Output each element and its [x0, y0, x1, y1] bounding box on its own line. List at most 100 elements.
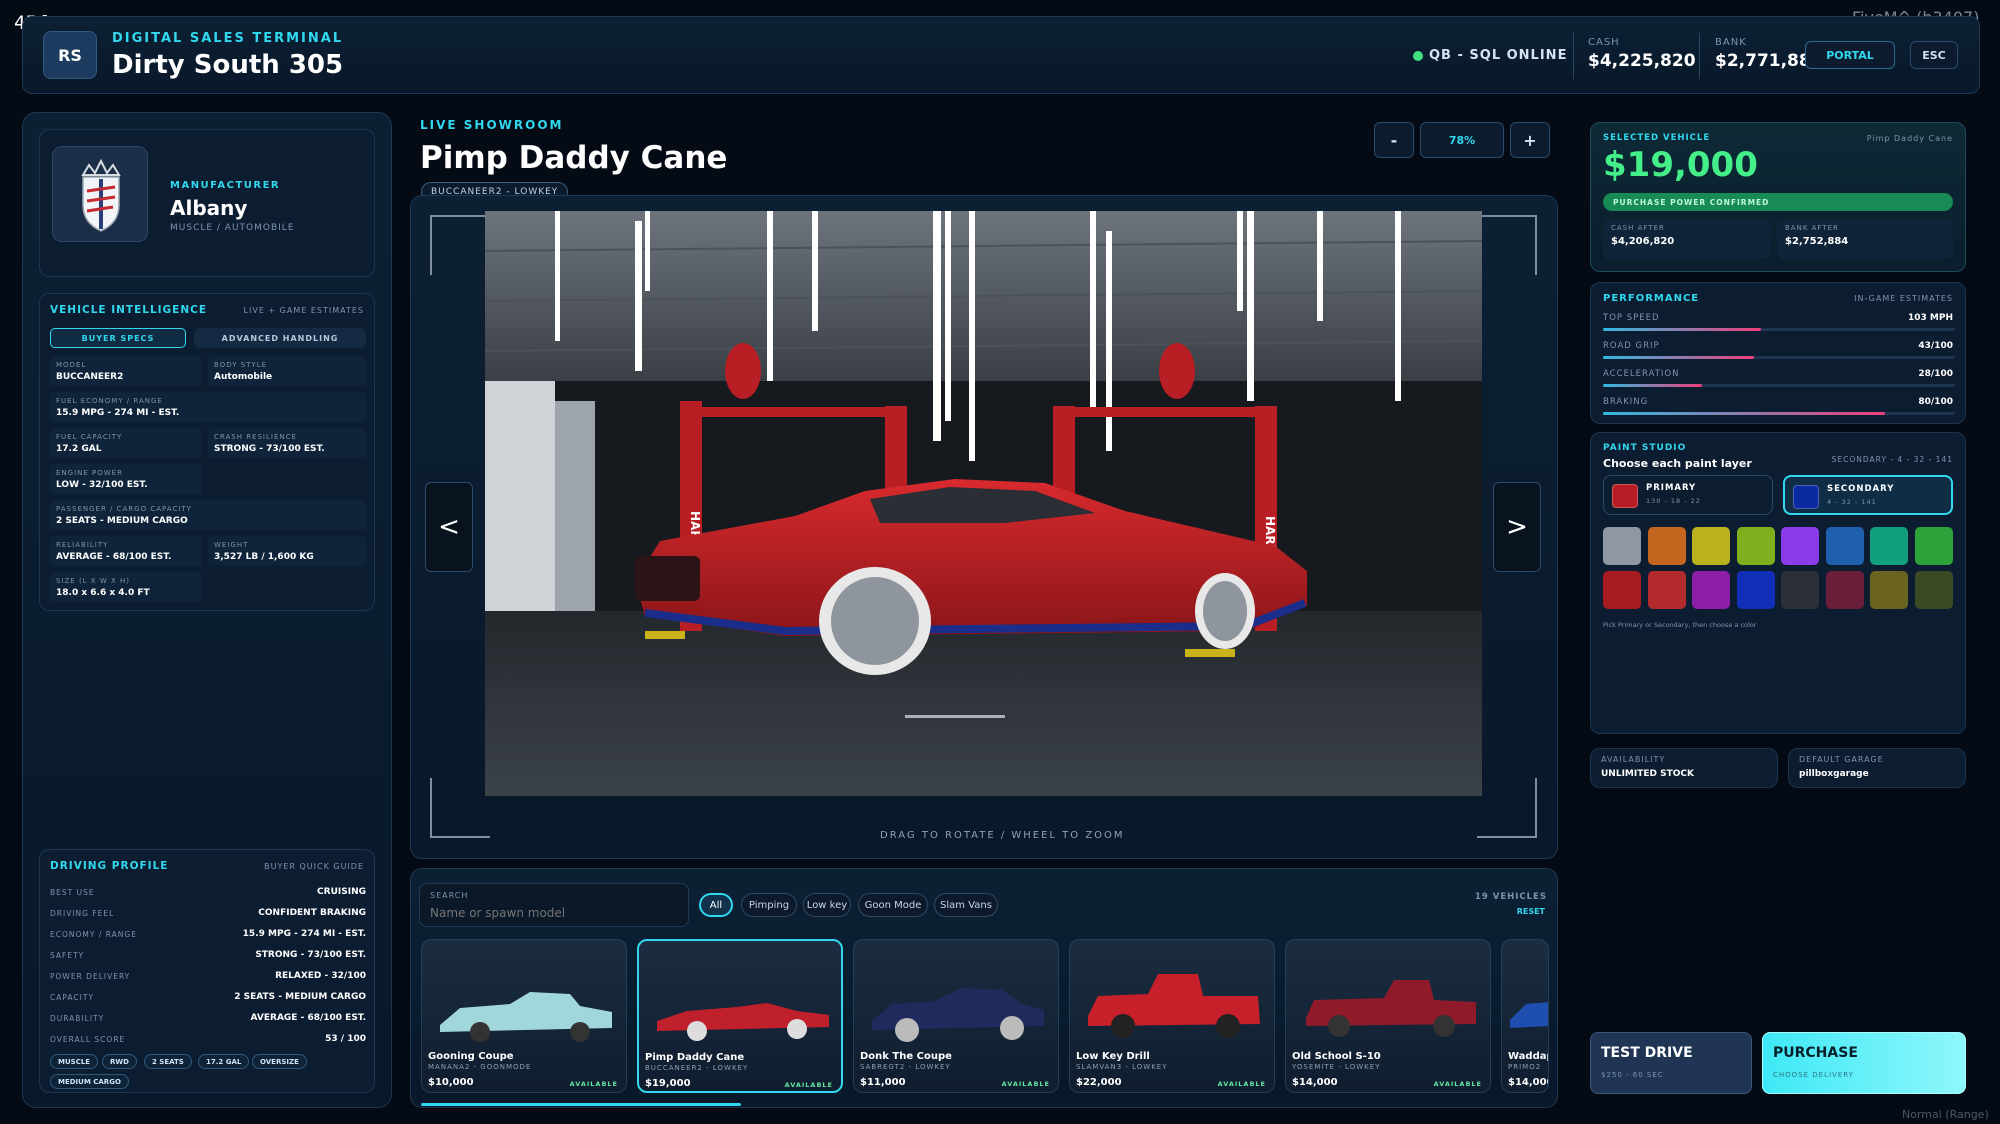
- frame-corner: [1477, 778, 1537, 838]
- vehicle-card[interactable]: Gooning Coupe MANANA2 - GOONMODE $10,000 AV…: [421, 939, 627, 1093]
- driving-profile-card: DRIVING PROFILE BUYER QUICK GUIDE BEST U…: [39, 849, 375, 1093]
- driving-row-score: OVERALL SCORE 53 / 100: [50, 1034, 366, 1044]
- color-swatch[interactable]: [1914, 527, 1953, 565]
- previous-vehicle-button[interactable]: <: [425, 482, 473, 572]
- vehicle-intelligence-card: VEHICLE INTELLIGENCE LIVE + GAME ESTIMAT…: [39, 293, 375, 611]
- spec-engine-power: ENGINE POWER LOW - 32/100 EST.: [50, 464, 202, 494]
- color-swatch[interactable]: [1736, 571, 1775, 609]
- filter-all[interactable]: All: [699, 893, 733, 917]
- driving-row-capacity: CAPACITY 2 SEATS - MEDIUM CARGO: [50, 992, 366, 1002]
- color-swatch[interactable]: [1692, 571, 1730, 609]
- filter-slam-vans[interactable]: Slam Vans: [934, 893, 998, 917]
- primary-color-chip: [1612, 484, 1638, 508]
- vehicle-card[interactable]: Donk The Coupe SABREGT2 - LOWKEY $11,000 AV…: [853, 939, 1059, 1093]
- cash-after: CASH AFTER $4,206,820: [1603, 219, 1771, 259]
- filter-pimping[interactable]: Pimping: [741, 893, 797, 917]
- stat-value: 80/100: [1918, 397, 1953, 407]
- portal-button[interactable]: PORTAL: [1805, 41, 1895, 69]
- zoom-out-button[interactable]: -: [1374, 122, 1414, 158]
- color-swatch[interactable]: [1781, 527, 1819, 565]
- rotate-hint: DRAG TO ROTATE / WHEEL TO ZOOM: [880, 830, 1125, 841]
- secondary-paint-button[interactable]: SECONDARY 4 - 32 - 141: [1783, 475, 1953, 515]
- test-drive-button[interactable]: TEST DRIVE $250 - 60 SEC: [1590, 1032, 1752, 1094]
- manufacturer-name: Albany: [170, 196, 248, 220]
- spec-size: SIZE (L x W x H) 18.0 x 6.6 x 4.0 FT: [50, 572, 202, 602]
- intel-title: VEHICLE INTELLIGENCE: [50, 304, 207, 316]
- intel-subtitle: LIVE + GAME ESTIMATES: [243, 306, 364, 315]
- spec-body-style: BODY STYLE Automobile: [208, 356, 366, 386]
- left-panel: MANUFACTURER Albany MUSCLE / AUTOMOBILE …: [22, 112, 392, 1108]
- color-swatch[interactable]: [1870, 527, 1908, 565]
- frame-corner: [430, 215, 490, 275]
- vehicle-count: 19 VEHICLES: [1474, 892, 1547, 902]
- paint-studio-card: PAINT STUDIO Choose each paint layer SEC…: [1590, 432, 1966, 734]
- color-swatch[interactable]: [1781, 571, 1819, 609]
- spec-fuel-capacity: FUEL CAPACITY 17.2 GAL: [50, 428, 202, 458]
- tag-chip: MEDIUM CARGO: [50, 1074, 129, 1089]
- color-swatch[interactable]: [1647, 571, 1686, 609]
- primary-paint-button[interactable]: PRIMARY 130 - 18 - 22: [1603, 475, 1773, 515]
- vehicle-3d-preview[interactable]: HARDSTAND HARDSTAND HARDSTAND HARDSTAND: [485, 211, 1482, 796]
- stat-label: BRAKING: [1603, 397, 1649, 407]
- frame-corner: [430, 778, 490, 838]
- bank-after: BANK AFTER $2,752,884: [1777, 219, 1953, 259]
- vehicle-card[interactable]: WaddapPRIMO2$14,000: [1501, 939, 1549, 1093]
- color-swatch[interactable]: [1647, 527, 1686, 565]
- color-swatch[interactable]: [1825, 527, 1864, 565]
- stat-label: ROAD GRIP: [1603, 341, 1660, 351]
- stat-bar: [1603, 356, 1955, 359]
- color-swatch[interactable]: [1914, 571, 1953, 609]
- tab-buyer-specs[interactable]: BUYER SPECS: [50, 328, 186, 348]
- stat-bar: [1603, 328, 1955, 331]
- search-box[interactable]: SEARCH: [419, 883, 689, 927]
- spec-model: MODEL BUCCANEER2: [50, 356, 202, 386]
- search-label: SEARCH: [430, 891, 469, 900]
- tag-chip: 2 SEATS: [144, 1054, 192, 1069]
- color-swatch[interactable]: [1870, 571, 1908, 609]
- color-swatch[interactable]: [1603, 571, 1641, 609]
- cash-display: CASH $4,225,820: [1588, 37, 1696, 71]
- next-vehicle-button[interactable]: >: [1493, 482, 1541, 572]
- color-swatch[interactable]: [1736, 527, 1775, 565]
- filter-low-key[interactable]: Low key: [803, 893, 851, 917]
- zoom-in-button[interactable]: +: [1510, 122, 1550, 158]
- vehicle-card[interactable]: Low Key Drill SLAMVAN3 - LOWKEY $22,000 AVA…: [1069, 939, 1275, 1093]
- spec-fuel-economy: FUEL ECONOMY / RANGE 15.9 MPG - 274 MI - …: [50, 392, 366, 422]
- secondary-info: SECONDARY - 4 - 32 - 141: [1831, 455, 1953, 464]
- stat-value: 28/100: [1918, 369, 1953, 379]
- manufacturer-label: MANUFACTURER: [170, 180, 281, 191]
- default-garage-card: DEFAULT GARAGE pillboxgarage: [1788, 748, 1966, 788]
- spec-reliability: RELIABILITY AVERAGE - 68/100 EST.: [50, 536, 202, 566]
- right-panel: SELECTED VEHICLE Pimp Daddy Cane $19,000…: [1576, 112, 1980, 1108]
- tab-advanced-handling[interactable]: ADVANCED HANDLING: [194, 328, 366, 348]
- selected-label: SELECTED VEHICLE: [1603, 133, 1711, 143]
- reset-filters-link[interactable]: RESET: [1517, 907, 1545, 916]
- driving-row-power: POWER DELIVERY RELAXED - 32/100: [50, 971, 366, 981]
- manufacturer-card: MANUFACTURER Albany MUSCLE / AUTOMOBILE: [39, 129, 375, 277]
- stat-value: 43/100: [1918, 341, 1953, 351]
- vehicle-card-selected[interactable]: Pimp Daddy Cane BUCCANEER2 - LOWKEY $19,00…: [637, 939, 843, 1093]
- spec-crash-resilience: CRASH RESILIENCE STRONG - 73/100 EST.: [208, 428, 366, 458]
- tag-chip: 17.2 GAL: [198, 1054, 250, 1069]
- live-showroom-label: LIVE SHOWROOM: [420, 118, 564, 132]
- purchase-button[interactable]: PURCHASE CHOOSE DELIVERY: [1762, 1032, 1966, 1094]
- vehicle-card[interactable]: Old School S-10 YOSEMITE - LOWKEY $14,000 A…: [1285, 939, 1491, 1093]
- color-swatch[interactable]: [1692, 527, 1730, 565]
- esc-button[interactable]: ESC: [1910, 41, 1958, 69]
- stat-label: ACCELERATION: [1603, 369, 1680, 379]
- search-input[interactable]: [430, 904, 680, 922]
- dealer-logo: RS: [43, 31, 97, 79]
- color-swatch[interactable]: [1825, 571, 1864, 609]
- stat-label: TOP SPEED: [1603, 313, 1660, 323]
- driving-subtitle: BUYER QUICK GUIDE: [264, 862, 364, 871]
- tag-chip: MUSCLE: [50, 1054, 99, 1069]
- frame-corner: [1477, 215, 1537, 275]
- availability-card: AVAILABILITY UNLIMITED STOCK: [1590, 748, 1778, 788]
- selected-price: $19,000: [1603, 145, 1758, 185]
- filter-goon-mode[interactable]: Goon Mode: [858, 893, 928, 917]
- secondary-color-chip: [1793, 485, 1819, 509]
- catalog-scrollbar[interactable]: [421, 1103, 741, 1106]
- driving-row-safety: SAFETY STRONG - 73/100 EST.: [50, 950, 366, 960]
- paint-title: PAINT STUDIO: [1603, 443, 1687, 453]
- color-swatch[interactable]: [1603, 527, 1641, 565]
